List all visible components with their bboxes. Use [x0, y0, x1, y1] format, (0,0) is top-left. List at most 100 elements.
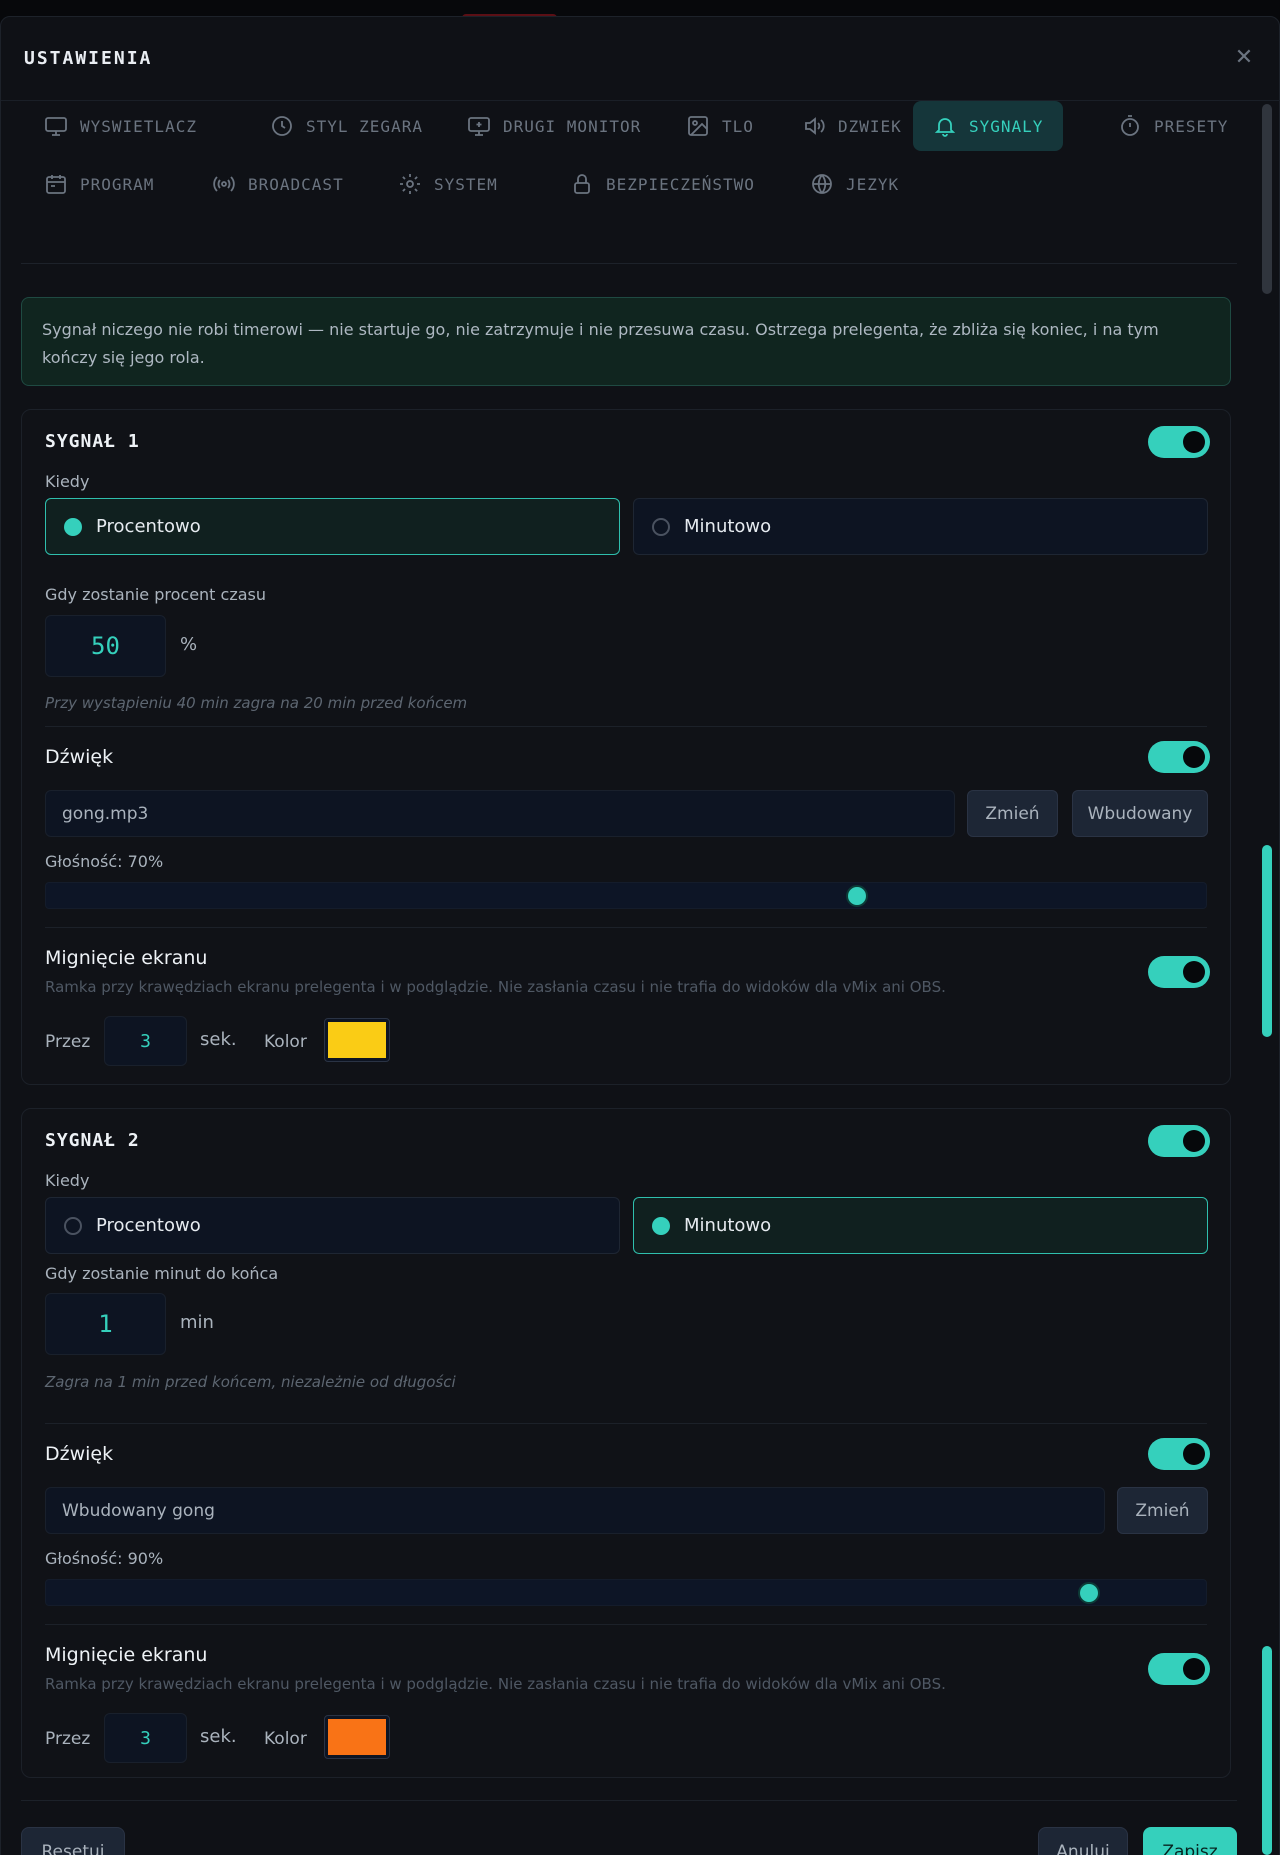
tab-jezyk[interactable]: JEZYK [790, 159, 919, 209]
color-swatch [328, 1719, 386, 1755]
timer-icon [1121, 115, 1139, 136]
change-sound-button[interactable]: Zmień [1117, 1487, 1208, 1534]
close-icon[interactable]: ✕ [1233, 47, 1255, 69]
signal-card-2: SYGNAŁ 2 Kiedy Procentowo Minutowo Gdy z… [21, 1108, 1231, 1778]
duration-label: Przez [45, 1729, 91, 1749]
tab-bezpieczenstwo[interactable]: BEZPIECZEŃSTWO [550, 159, 775, 209]
scrollbar-marker-signal-1[interactable] [1262, 845, 1272, 1037]
tab-broadcast[interactable]: BROADCAST [192, 159, 364, 209]
tab-label: PROGRAM [80, 174, 155, 194]
duration-input[interactable]: 3 [104, 1713, 187, 1763]
tab-label: BROADCAST [248, 174, 344, 194]
flash-enabled-toggle[interactable] [1148, 956, 1210, 988]
signal-card-1: SYGNAŁ 1 Kiedy Procentowo Minutowo Gdy z… [21, 409, 1231, 1085]
gear-icon [400, 174, 420, 194]
option-label: Procentowo [96, 516, 201, 537]
volume-slider-thumb[interactable] [846, 885, 868, 907]
tab-program[interactable]: PROGRAM [24, 159, 174, 209]
footer-divider [21, 1800, 1237, 1801]
threshold-unit: % [180, 634, 198, 655]
when-label: Kiedy [45, 472, 90, 491]
speaker-icon [805, 117, 825, 135]
signal-enabled-toggle[interactable] [1148, 426, 1210, 458]
option-label: Procentowo [96, 1215, 201, 1236]
tab-label: SYGNALY [969, 116, 1044, 136]
color-picker[interactable] [324, 1715, 390, 1759]
tab-label: PRESETY [1154, 116, 1229, 136]
tab-drugi-monitor[interactable]: DRUGI MONITOR [447, 101, 661, 151]
divider [45, 1624, 1207, 1625]
tab-wyswietlacz[interactable]: WYSWIETLACZ [24, 101, 217, 151]
threshold-input[interactable]: 1 [45, 1293, 166, 1355]
scrollbar-thumb-top[interactable] [1262, 104, 1272, 294]
option-label: Minutowo [684, 1215, 772, 1236]
tab-label: SYSTEM [434, 174, 498, 194]
scrollbar-marker-signal-2[interactable] [1262, 1646, 1272, 1855]
sound-enabled-toggle[interactable] [1148, 1438, 1210, 1470]
color-label: Kolor [264, 1729, 307, 1749]
radio-dot [652, 517, 670, 536]
mode-minutes-option[interactable]: Minutowo [633, 1197, 1208, 1254]
cancel-button[interactable]: Anuluj [1038, 1827, 1128, 1855]
divider [45, 927, 1207, 928]
tab-dzwiek[interactable]: DZWIEK [782, 101, 922, 151]
sound-title: Dźwięk [45, 746, 114, 768]
tab-label: DRUGI MONITOR [503, 116, 642, 136]
duration-label: Przez [45, 1032, 91, 1052]
sound-enabled-toggle[interactable] [1148, 741, 1210, 773]
volume-label: Głośność: 90% [45, 1549, 164, 1568]
sound-title: Dźwięk [45, 1443, 114, 1465]
monitor-plus-icon [468, 117, 490, 136]
tab-tlo[interactable]: TLO [666, 101, 774, 151]
mode-minutes-option[interactable]: Minutowo [633, 498, 1208, 555]
flash-description: Ramka przy krawędziach ekranu prelegenta… [45, 978, 946, 996]
lock-icon [574, 174, 590, 194]
divider [45, 1423, 1207, 1424]
broadcast-icon [213, 176, 235, 192]
change-sound-button[interactable]: Zmień [967, 790, 1058, 837]
reset-button[interactable]: Resetuj [21, 1827, 125, 1855]
mode-percent-option[interactable]: Procentowo [45, 1197, 620, 1254]
tab-bar: WYSWIETLACZ STYL ZEGARA DRUGI MONITOR TL… [21, 101, 1237, 264]
tab-label: WYSWIETLACZ [80, 116, 197, 136]
duration-unit: sek. [200, 1029, 237, 1050]
threshold-label: Gdy zostanie procent czasu [45, 585, 267, 604]
monitor-icon [45, 117, 67, 136]
duration-input[interactable]: 3 [104, 1016, 187, 1066]
sound-file-field[interactable]: Wbudowany gong [45, 1487, 1105, 1534]
tab-label: JEZYK [846, 174, 900, 194]
save-button[interactable]: Zapisz [1143, 1827, 1237, 1855]
bell-icon [934, 118, 956, 137]
volume-slider[interactable] [45, 882, 1207, 909]
when-label: Kiedy [45, 1171, 90, 1190]
duration-unit: sek. [200, 1726, 237, 1747]
calendar-icon [46, 175, 66, 194]
volume-label: Głośność: 70% [45, 852, 164, 871]
option-label: Minutowo [684, 516, 772, 537]
globe-icon [812, 174, 832, 194]
color-picker[interactable] [324, 1018, 390, 1062]
mode-percent-option[interactable]: Procentowo [45, 498, 620, 555]
tab-presety[interactable]: PRESETY [1098, 101, 1248, 151]
volume-slider[interactable] [45, 1579, 1207, 1606]
tab-label: DZWIEK [838, 116, 902, 136]
sound-file-field[interactable]: gong.mp3 [45, 790, 955, 837]
signal-enabled-toggle[interactable] [1148, 1125, 1210, 1157]
flash-enabled-toggle[interactable] [1148, 1653, 1210, 1685]
threshold-hint: Przy wystąpieniu 40 min zagra na 20 min … [45, 694, 468, 712]
tab-system[interactable]: SYSTEM [378, 159, 518, 209]
modal-header: USTAWIENIA ✕ [1, 17, 1280, 101]
image-icon [688, 116, 708, 136]
tab-sygnaly[interactable]: SYGNALY [913, 101, 1064, 151]
tab-styl-zegara[interactable]: STYL ZEGARA [250, 101, 443, 151]
radio-dot [652, 1216, 670, 1235]
builtin-sound-button[interactable]: Wbudowany [1072, 790, 1208, 837]
signal-title: SYGNAŁ 1 [45, 431, 140, 452]
clock-icon [272, 116, 292, 136]
threshold-input[interactable]: 50 [45, 615, 166, 677]
tab-label: STYL ZEGARA [306, 116, 423, 136]
volume-slider-thumb[interactable] [1078, 1582, 1100, 1604]
info-banner: Sygnał niczego nie robi timerowi — nie s… [21, 297, 1231, 386]
flash-description: Ramka przy krawędziach ekranu prelegenta… [45, 1675, 946, 1693]
flash-title: Mignięcie ekranu [45, 947, 208, 969]
